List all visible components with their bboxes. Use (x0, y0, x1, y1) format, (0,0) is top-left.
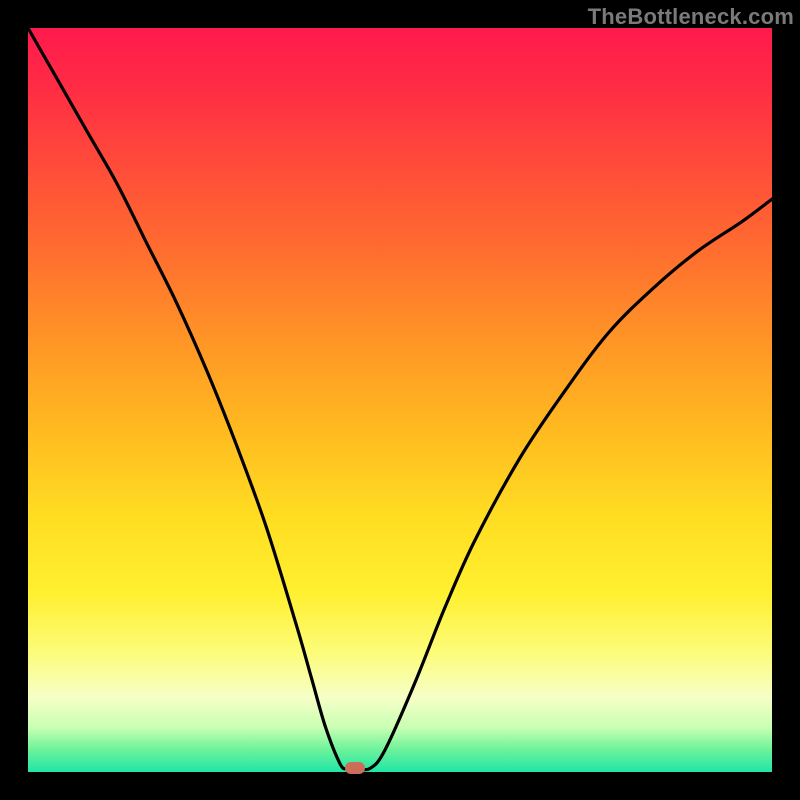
watermark-text: TheBottleneck.com (588, 4, 794, 30)
chart-frame: TheBottleneck.com (0, 0, 800, 800)
bottleneck-curve (28, 28, 772, 772)
bottleneck-marker (345, 762, 365, 774)
